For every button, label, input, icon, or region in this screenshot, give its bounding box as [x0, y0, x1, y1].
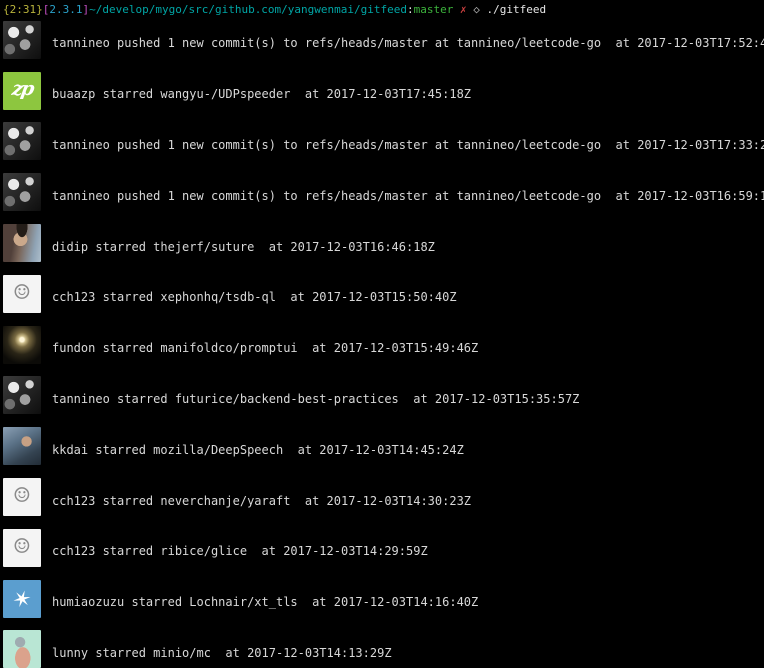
user-avatar-cch123: ☺ — [3, 478, 41, 517]
gitfeed-output: tannineo pushed 1 new commit(s) to refs/… — [0, 18, 764, 668]
user-avatar-tannineo — [3, 122, 41, 161]
feed-event-text: tannineo pushed 1 new commit(s) to refs/… — [52, 137, 764, 152]
prompt-git-branch: master — [413, 3, 454, 16]
terminal-window[interactable]: {2:31}[2.3.1]~/develop/mygo/src/github.c… — [0, 0, 764, 668]
feed-row: fundon starred manifoldco/promptui at 20… — [0, 323, 764, 374]
prompt-ruby-version: 2.3.1 — [49, 3, 83, 16]
user-avatar-cch123: ☺ — [3, 274, 41, 313]
feed-row: lunny starred minio/mc at 2017-12-03T14:… — [0, 628, 764, 668]
user-avatar-cch123: ☺ — [3, 528, 41, 567]
feed-row: didip starred thejerf/suture at 2017-12-… — [0, 221, 764, 272]
feed-row: kkdai starred mozilla/DeepSpeech at 2017… — [0, 424, 764, 475]
feed-event-text: cch123 starred xephonhq/tsdb-ql at 2017-… — [52, 290, 457, 305]
feed-row: zp buaazp starred wangyu-/UDPspeeder at … — [0, 69, 764, 120]
feed-event-text: humiaozuzu starred Lochnair/xt_tls at 20… — [52, 595, 479, 610]
prompt-branch-separator: : — [407, 3, 414, 16]
feed-row: ☺ cch123 starred ribice/glice at 2017-12… — [0, 526, 764, 577]
feed-row: tannineo pushed 1 new commit(s) to refs/… — [0, 120, 764, 171]
feed-row: tannineo pushed 1 new commit(s) to refs/… — [0, 170, 764, 221]
user-avatar-humiaozuzu: ✶ — [3, 579, 41, 618]
prompt-command: ./gitfeed — [479, 3, 547, 16]
feed-event-text: tannineo pushed 1 new commit(s) to refs/… — [52, 36, 764, 51]
feed-row: tannineo starred futurice/backend-best-p… — [0, 374, 764, 425]
user-avatar-tannineo — [3, 173, 41, 212]
feed-event-text: tannineo starred futurice/backend-best-p… — [52, 391, 580, 406]
avatar-glyph: ✶ — [9, 581, 35, 616]
avatar-glyph: ☺ — [14, 481, 30, 512]
feed-event-text: fundon starred manifoldco/promptui at 20… — [52, 341, 479, 356]
feed-event-text: tannineo pushed 1 new commit(s) to refs/… — [52, 188, 764, 203]
feed-event-text: cch123 starred neverchanje/yaraft at 201… — [52, 493, 472, 508]
prompt-prompt-symbol-icon: ◇ — [473, 3, 480, 16]
feed-row: ✶ humiaozuzu starred Lochnair/xt_tls at … — [0, 577, 764, 628]
user-avatar-didip — [3, 224, 41, 263]
feed-event-text: cch123 starred ribice/glice at 2017-12-0… — [52, 544, 428, 559]
user-avatar-tannineo — [3, 376, 41, 415]
prompt-dirty-flag-icon: ✗ — [460, 3, 467, 16]
feed-event-text: buaazp starred wangyu-/UDPspeeder at 201… — [52, 87, 472, 102]
feed-row: tannineo pushed 1 new commit(s) to refs/… — [0, 18, 764, 69]
shell-prompt: {2:31}[2.3.1]~/develop/mygo/src/github.c… — [0, 0, 764, 18]
avatar-glyph: ☺ — [14, 531, 30, 562]
user-avatar-kkdai — [3, 427, 41, 466]
user-avatar-tannineo — [3, 20, 41, 59]
feed-row: ☺ cch123 starred neverchanje/yaraft at 2… — [0, 475, 764, 526]
prompt-session-time: {2:31} — [3, 3, 43, 16]
avatar-glyph: ☺ — [14, 277, 30, 308]
user-avatar-lunny — [3, 630, 41, 668]
feed-row: ☺ cch123 starred xephonhq/tsdb-ql at 201… — [0, 272, 764, 323]
user-avatar-buaazp: zp — [3, 71, 41, 110]
user-avatar-fundon — [3, 325, 41, 364]
prompt-cwd-path: ~/develop/mygo/src/github.com/yangwenmai… — [89, 3, 408, 16]
feed-event-text: kkdai starred mozilla/DeepSpeech at 2017… — [52, 442, 464, 457]
feed-event-text: didip starred thejerf/suture at 2017-12-… — [52, 239, 435, 254]
avatar-glyph: zp — [10, 78, 35, 101]
feed-event-text: lunny starred minio/mc at 2017-12-03T14:… — [52, 645, 392, 660]
